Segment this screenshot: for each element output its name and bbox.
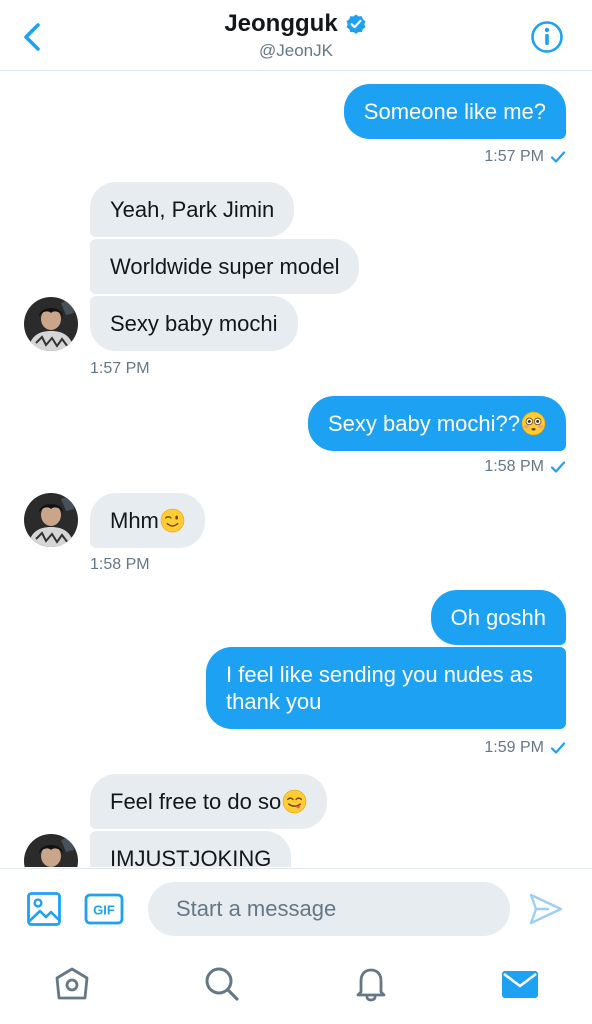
message-text: Oh goshh — [450, 605, 546, 630]
message-meta: 1:59 PM — [484, 739, 566, 757]
message-bubble-outgoing[interactable]: Oh goshh — [430, 590, 566, 645]
verified-badge-icon — [346, 14, 366, 34]
message-text: Sexy baby mochi?? — [328, 411, 520, 436]
message-bubble-outgoing[interactable]: I feel like sending you nudes as thank y… — [206, 647, 566, 729]
search-icon[interactable] — [202, 964, 242, 1004]
sender-avatar[interactable] — [24, 297, 78, 351]
message-bubble-outgoing[interactable]: Sexy baby mochi?? — [308, 396, 566, 451]
message-timestamp: 1:57 PM — [90, 360, 150, 377]
messages-icon[interactable] — [500, 964, 540, 1004]
conversation-handle: @JeonJK — [259, 41, 333, 60]
message-bubble-incoming[interactable]: Worldwide super model — [90, 239, 360, 294]
sender-avatar[interactable] — [24, 493, 78, 547]
message-bubble-incoming[interactable]: Mhm — [90, 493, 205, 548]
conversation-title-block: Jeongguk @JeonJK — [0, 10, 592, 61]
message-text: Someone like me? — [363, 99, 546, 124]
message-meta: 1:58 PM — [90, 556, 150, 574]
message-bubble-incoming[interactable]: Feel free to do so — [90, 774, 328, 829]
message-text: Yeah, Park Jimin — [110, 197, 275, 222]
message-timestamp: 1:59 PM — [484, 739, 544, 756]
face-savoring-food-emoji-icon — [282, 789, 307, 814]
message-meta: 1:57 PM — [484, 148, 566, 166]
message-bubble-incoming[interactable]: Sexy baby mochi — [90, 296, 298, 351]
flushed-face-emoji-icon — [521, 411, 546, 436]
message-thread[interactable]: Someone like me? 1:57 PM Yeah, Park Jimi… — [0, 72, 592, 867]
send-icon[interactable] — [528, 891, 564, 927]
message-timestamp: 1:58 PM — [484, 458, 544, 475]
message-bubble-incoming[interactable]: IMJUSTJOKING — [90, 831, 292, 867]
message-bubble-incoming[interactable]: Yeah, Park Jimin — [90, 182, 295, 237]
message-meta: 1:58 PM — [484, 458, 566, 476]
message-bubble-outgoing[interactable]: Someone like me? — [343, 84, 566, 139]
image-icon[interactable] — [26, 891, 62, 927]
sender-avatar[interactable] — [24, 834, 78, 867]
home-icon[interactable] — [52, 964, 92, 1004]
message-text: Sexy baby mochi — [110, 311, 278, 336]
message-text: IMJUSTJOKING — [110, 846, 272, 867]
message-text: Mhm — [110, 508, 159, 533]
conversation-title: Jeongguk — [224, 10, 338, 37]
notifications-icon[interactable] — [351, 964, 391, 1004]
info-icon[interactable] — [530, 20, 564, 54]
winking-face-emoji-icon — [160, 508, 185, 533]
message-composer: GIF — [0, 868, 592, 948]
conversation-header: Jeongguk @JeonJK — [0, 0, 592, 71]
message-text: I feel like sending you nudes as thank y… — [226, 662, 533, 714]
message-text: Worldwide super model — [110, 254, 340, 279]
bottom-tab-bar — [0, 948, 592, 1024]
message-timestamp: 1:58 PM — [90, 556, 150, 573]
message-timestamp: 1:57 PM — [484, 148, 544, 165]
sent-check-icon — [550, 742, 566, 754]
message-meta: 1:57 PM — [90, 360, 150, 378]
sent-check-icon — [550, 151, 566, 163]
sent-check-icon — [550, 461, 566, 473]
gif-label: GIF — [93, 903, 115, 918]
message-text: Feel free to do so — [110, 789, 282, 814]
message-input[interactable] — [148, 882, 510, 936]
gif-icon[interactable]: GIF — [84, 891, 124, 927]
